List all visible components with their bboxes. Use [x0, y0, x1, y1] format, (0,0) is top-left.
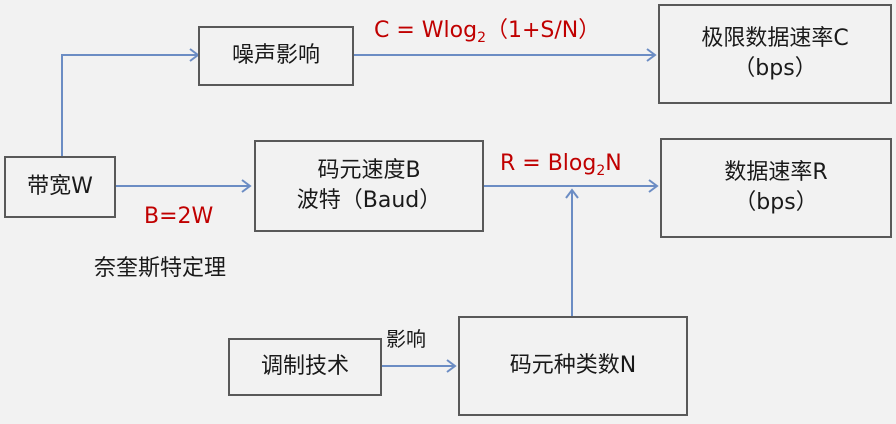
symbol-types-label: 码元种类数N: [509, 353, 637, 378]
limit-rate-line2: （bps）: [733, 56, 817, 81]
shannon-formula-tail: （1+S/N）: [486, 18, 601, 43]
nyquist-theorem-label: 奈奎斯特定理: [94, 256, 227, 281]
rate-formula-tail: N: [605, 151, 622, 176]
modulation-box: 调制技术: [228, 338, 382, 396]
noise-label: 噪声影响: [231, 43, 320, 68]
data-rate-line1: 数据速率R: [724, 160, 828, 185]
shannon-formula-sub: 2: [477, 30, 486, 46]
rate-formula: R = Blog2N: [500, 151, 622, 184]
limit-rate-box: 极限数据速率C （bps）: [658, 4, 892, 104]
symbol-rate-box: 码元速度B 波特（Baud）: [254, 140, 484, 232]
symbol-types-box: 码元种类数N: [458, 316, 688, 416]
modulation-label: 调制技术: [260, 354, 349, 379]
bandwidth-box: 带宽W: [4, 156, 116, 218]
connector-bandwidth-noise: [61, 54, 198, 158]
symbol-rate-line1: 码元速度B: [317, 158, 421, 183]
shannon-formula-main: C = Wlog: [374, 18, 478, 43]
bandwidth-label: 带宽W: [27, 174, 93, 199]
limit-rate-line1: 极限数据速率C: [701, 26, 849, 51]
diagram-canvas: 带宽W 噪声影响 极限数据速率C （bps） 码元速度B 波特（Baud） 数据…: [0, 0, 896, 424]
data-rate-box: 数据速率R （bps）: [660, 138, 892, 238]
rate-formula-sub: 2: [596, 163, 606, 179]
noise-box: 噪声影响: [198, 26, 354, 86]
data-rate-line2: （bps）: [734, 190, 818, 215]
nyquist-formula: B=2W: [144, 204, 214, 229]
affects-label: 影响: [386, 327, 426, 351]
rate-formula-main: R = Blog: [500, 151, 597, 176]
shannon-formula: C = Wlog2（1+S/N）: [374, 18, 600, 51]
symbol-rate-line2: 波特（Baud）: [296, 188, 442, 213]
